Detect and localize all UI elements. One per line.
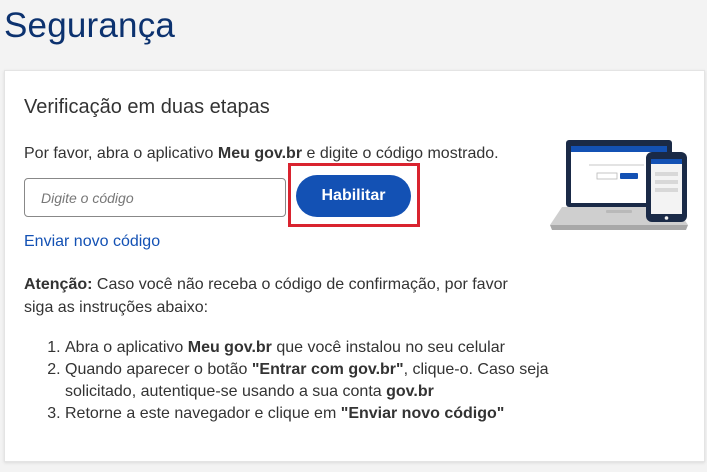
enable-button[interactable]: Habilitar <box>296 175 411 217</box>
instruction-text: Por favor, abra o aplicativo Meu gov.br … <box>24 143 499 165</box>
resend-code-link[interactable]: Enviar novo código <box>24 231 160 253</box>
step-bold: Meu gov.br <box>187 339 272 356</box>
step-item: Retorne a este navegador e clique em "En… <box>65 403 565 425</box>
page-title: Segurança <box>4 6 176 45</box>
instruction-steps: Abra o aplicativo Meu gov.br que você in… <box>45 337 565 425</box>
card-title: Verificação em duas etapas <box>24 96 270 118</box>
step-text: que você instalou no seu celular <box>271 339 505 356</box>
step-text: Retorne a este navegador e clique em <box>65 405 341 422</box>
warning-body: Caso você não receba o código de confirm… <box>24 276 508 316</box>
two-step-verification-card: Verificação em duas etapas Por favor, ab… <box>4 70 705 462</box>
laptop-and-phone-illustration-icon <box>550 140 688 230</box>
step-bold: gov.br <box>386 383 434 400</box>
warning-label: Atenção: <box>24 276 93 293</box>
warning-text: Atenção: Caso você não receba o código d… <box>24 273 534 319</box>
instruction-app-name: Meu gov.br <box>217 145 303 162</box>
step-text: Quando aparecer o botão <box>65 361 252 378</box>
step-text: Abra o aplicativo <box>65 339 188 356</box>
instruction-suffix: e digite o código mostrado. <box>302 145 499 162</box>
step-item: Abra o aplicativo Meu gov.br que você in… <box>65 337 565 359</box>
step-item: Quando aparecer o botão "Entrar com gov.… <box>65 359 565 403</box>
code-input[interactable] <box>24 178 286 217</box>
step-bold: "Enviar novo código" <box>340 405 505 422</box>
instruction-prefix: Por favor, abra o aplicativo <box>24 145 218 162</box>
step-bold: "Entrar com gov.br" <box>251 361 404 378</box>
